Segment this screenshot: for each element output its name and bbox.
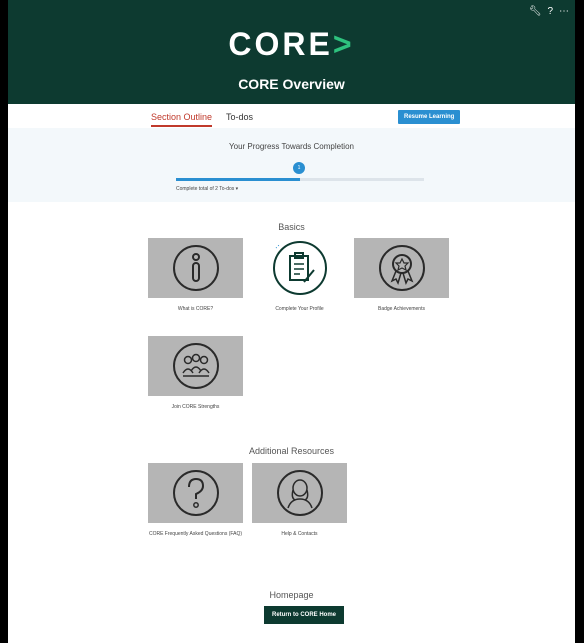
section-title-basics: Basics bbox=[278, 222, 305, 232]
clipboard-icon bbox=[272, 241, 327, 295]
top-toolbar: 🔧︎ ? ⋯ bbox=[529, 6, 569, 17]
tab-to-dos[interactable]: To-dos bbox=[226, 112, 253, 122]
badge-icon bbox=[378, 245, 425, 291]
return-home-button[interactable]: Return to CORE Home bbox=[264, 606, 345, 624]
card-label: CORE Frequently Asked Questions (FAQ) bbox=[148, 531, 243, 537]
card-label: What is CORE? bbox=[177, 306, 214, 312]
more-icon[interactable]: ⋯ bbox=[559, 6, 569, 17]
card-image[interactable] bbox=[148, 336, 243, 396]
card-image[interactable] bbox=[354, 238, 449, 298]
progress-fill bbox=[176, 178, 300, 181]
card-complete-profile[interactable]: Complete Your Profile bbox=[252, 238, 347, 312]
page-title: CORE Overview bbox=[238, 76, 345, 92]
app-frame: CORE> CORE Overview 🔧︎ ? ⋯ Section Outli… bbox=[8, 0, 575, 643]
person-icon bbox=[276, 470, 323, 516]
help-icon[interactable]: ? bbox=[547, 6, 553, 17]
card-what-is-core[interactable]: What is CORE? bbox=[148, 238, 243, 312]
card-image[interactable] bbox=[148, 238, 243, 298]
header: CORE> CORE Overview 🔧︎ ? ⋯ bbox=[8, 0, 575, 104]
group-icon bbox=[172, 343, 219, 389]
tab-section-outline[interactable]: Section Outline bbox=[151, 112, 213, 127]
progress-panel: Your Progress Towards Completion 1 Compl… bbox=[8, 128, 575, 202]
card-help-contacts[interactable]: Help & Contacts bbox=[252, 463, 347, 537]
progress-caption[interactable]: Complete total of 2 To-dos ▾ bbox=[176, 186, 238, 192]
resume-learning-button[interactable]: Resume Learning bbox=[398, 110, 461, 124]
core-logo: CORE> bbox=[228, 26, 355, 62]
card-label: Join CORE Strengths bbox=[171, 404, 220, 410]
card-image[interactable] bbox=[252, 463, 347, 523]
card-join-strengths[interactable]: Join CORE Strengths bbox=[148, 336, 243, 410]
card-label: Complete Your Profile bbox=[275, 306, 324, 312]
card-image[interactable] bbox=[148, 463, 243, 523]
card-image[interactable] bbox=[252, 238, 347, 298]
wrench-icon[interactable]: 🔧︎ bbox=[529, 6, 542, 17]
tab-bar: Section Outline To-dos Resume Learning bbox=[8, 104, 575, 129]
card-faq[interactable]: CORE Frequently Asked Questions (FAQ) bbox=[148, 463, 243, 537]
card-label: Badge Achievements bbox=[378, 306, 425, 312]
progress-marker: 1 bbox=[293, 162, 305, 174]
progress-title: Your Progress Towards Completion bbox=[229, 142, 354, 151]
progress-track bbox=[176, 178, 424, 181]
info-icon bbox=[172, 245, 219, 291]
section-title-resources: Additional Resources bbox=[248, 446, 335, 456]
question-icon bbox=[172, 470, 219, 516]
card-badge-achievements[interactable]: Badge Achievements bbox=[354, 238, 449, 312]
section-title-homepage: Homepage bbox=[269, 590, 314, 600]
card-label: Help & Contacts bbox=[281, 531, 318, 537]
